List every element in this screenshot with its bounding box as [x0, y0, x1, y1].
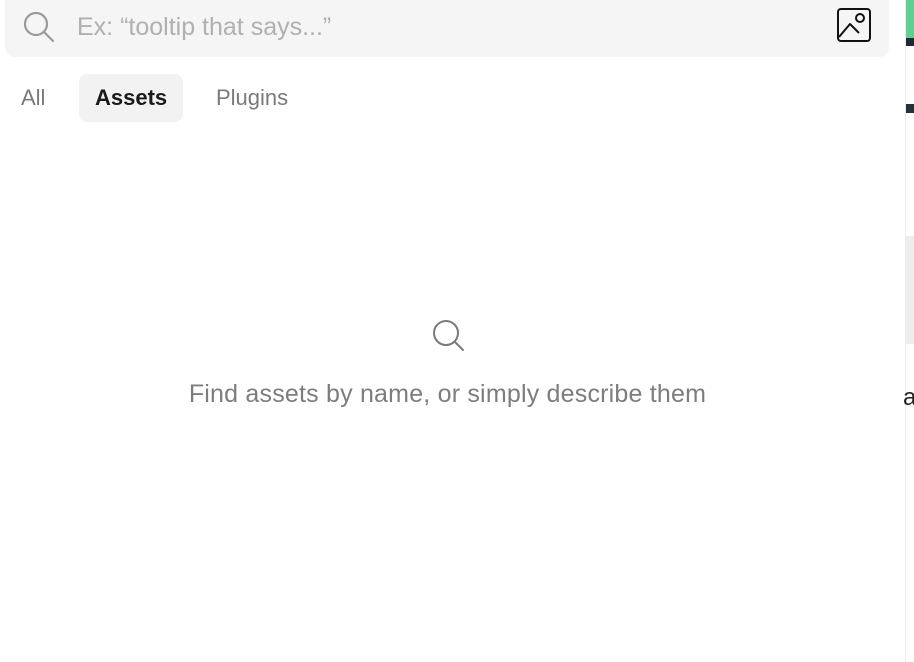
search-input[interactable]	[77, 8, 817, 46]
search-bar	[5, 0, 889, 57]
background-accent	[906, 0, 914, 38]
background-accent	[906, 38, 914, 46]
tab-assets[interactable]: Assets	[79, 74, 184, 122]
background-canvas-edge: a	[903, 0, 914, 662]
background-accent	[906, 104, 914, 113]
tab-all[interactable]: All	[5, 74, 61, 122]
image-search-icon[interactable]	[836, 7, 872, 43]
background-text-fragment: a	[903, 384, 914, 411]
empty-state-message: Find assets by name, or simply describe …	[188, 380, 707, 408]
search-icon	[433, 320, 464, 351]
search-icon	[23, 11, 55, 43]
asset-search-panel: All Assets Plugins Find assets by name, …	[0, 0, 905, 662]
background-panel	[906, 236, 914, 344]
tab-plugins[interactable]: Plugins	[200, 74, 304, 122]
